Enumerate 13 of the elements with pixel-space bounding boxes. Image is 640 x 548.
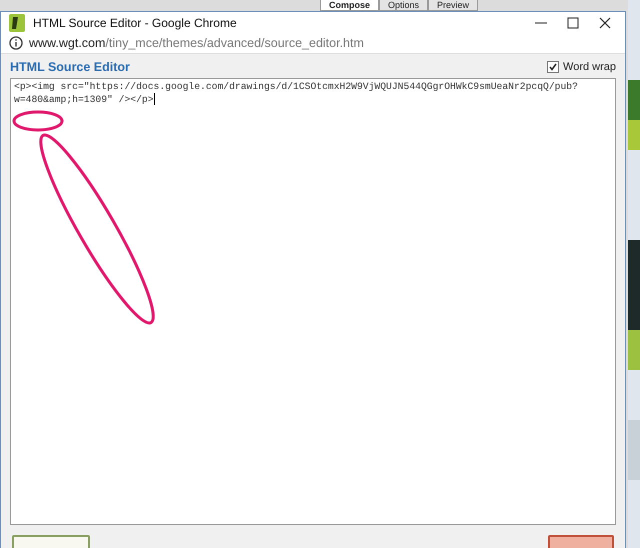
source-textarea[interactable]: <p><img src="https://docs.google.com/drawings/d/1CSOtcmxH2W9VjWQUJN544QGgrOHWkC9smUeaNr2pcqQ/pub?w=480&amp;h=1309" /></p>: [10, 78, 616, 525]
close-icon[interactable]: [599, 16, 611, 29]
info-icon[interactable]: [9, 36, 23, 50]
word-wrap-checkbox[interactable]: [547, 61, 560, 73]
tab[interactable]: Preview: [428, 0, 478, 11]
maximize-icon[interactable]: [567, 16, 579, 29]
tab[interactable]: Options: [379, 0, 428, 11]
tab[interactable]: Compose: [320, 0, 380, 11]
app-icon: [9, 14, 25, 32]
annotation-circle: [12, 110, 64, 132]
window-title: HTML Source Editor - Google Chrome: [33, 16, 238, 30]
editor-heading: HTML Source Editor: [10, 60, 130, 74]
word-wrap-label: Word wrap: [563, 61, 616, 73]
